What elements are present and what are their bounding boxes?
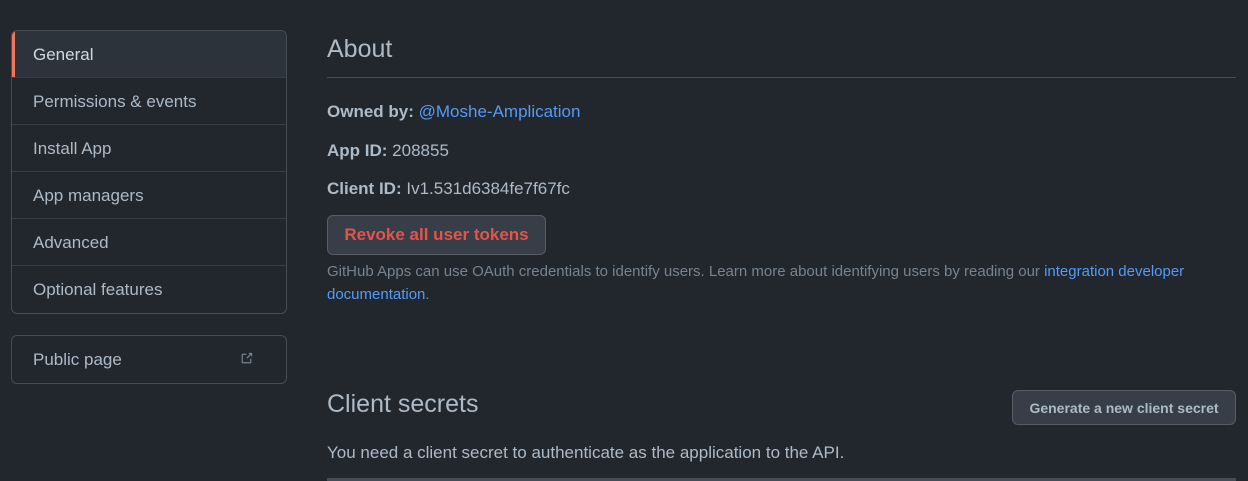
- external-link-icon: [241, 352, 253, 364]
- about-title: About: [327, 35, 393, 63]
- app-id-row: App ID: 208855: [327, 141, 449, 161]
- owned-by-label: Owned by:: [327, 102, 414, 121]
- sidebar-item-public-page[interactable]: Public page: [12, 336, 286, 383]
- sidebar-item-install-app[interactable]: Install App: [12, 125, 286, 172]
- revoke-tokens-button[interactable]: Revoke all user tokens: [327, 215, 546, 255]
- sidebar-item-optional-features[interactable]: Optional features: [12, 266, 286, 313]
- app-id-value: 208855: [392, 141, 449, 160]
- sidebar-item-app-managers[interactable]: App managers: [12, 172, 286, 219]
- oauth-help-text: GitHub Apps can use OAuth credentials to…: [327, 260, 1227, 306]
- help-text: GitHub Apps can use OAuth credentials to…: [327, 263, 1045, 280]
- client-id-label: Client ID:: [327, 179, 402, 198]
- public-page-label: Public page: [33, 350, 122, 369]
- sidebar-item-advanced[interactable]: Advanced: [12, 219, 286, 266]
- generate-client-secret-button[interactable]: Generate a new client secret: [1012, 390, 1236, 425]
- settings-page: General Permissions & events Install App…: [0, 0, 1248, 481]
- main-content: About Owned by: @Moshe-Amplication App I…: [327, 30, 1236, 481]
- settings-menu: General Permissions & events Install App…: [11, 30, 287, 314]
- client-secrets-title: Client secrets: [327, 390, 479, 418]
- client-id-value: Iv1.531d6384fe7f67fc: [406, 179, 570, 198]
- public-page-menu: Public page: [11, 335, 287, 384]
- help-text-end: .: [425, 286, 430, 303]
- owner-link[interactable]: @Moshe-Amplication: [419, 102, 581, 121]
- sidebar-item-general[interactable]: General: [12, 31, 286, 78]
- settings-sidebar: General Permissions & events Install App…: [11, 30, 287, 384]
- about-header: About: [327, 30, 1236, 78]
- owned-by-row: Owned by: @Moshe-Amplication: [327, 102, 580, 122]
- client-id-row: Client ID: Iv1.531d6384fe7f67fc: [327, 179, 570, 199]
- app-id-label: App ID:: [327, 141, 388, 160]
- sidebar-item-permissions-events[interactable]: Permissions & events: [12, 78, 286, 125]
- client-secrets-description: You need a client secret to authenticate…: [327, 443, 845, 462]
